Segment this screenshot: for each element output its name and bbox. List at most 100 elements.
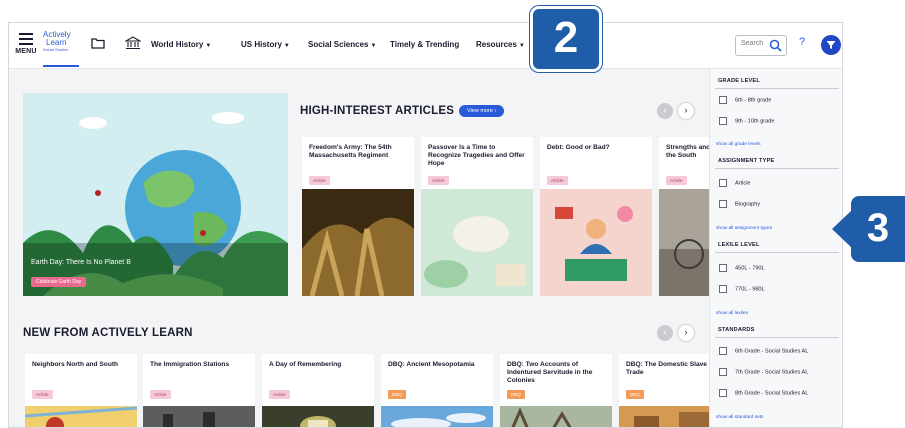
card-title: A Day of Remembering <box>269 361 342 368</box>
logo-line2: Learn <box>46 38 67 47</box>
immigration-photo <box>143 406 255 427</box>
chevron-down-icon: ▼ <box>205 43 212 49</box>
chevron-down-icon: ▼ <box>283 43 290 49</box>
high-interest-title: HIGH-INTEREST ARTICLES <box>300 105 455 117</box>
filter-sidebar: GRADE LEVEL 6th - 8th grade 9th - 10th g… <box>709 69 842 427</box>
filter-option[interactable]: 7th Grade - Social Studies AL <box>719 368 808 376</box>
article-card[interactable]: Debt: Good or Bad? Article <box>540 137 652 296</box>
card-title: The Immigration Stations <box>150 361 230 368</box>
checkbox[interactable] <box>719 347 727 355</box>
article-card[interactable]: Passover Is a Time to Recognize Tragedie… <box>421 137 533 296</box>
nav-us-history[interactable]: US History ▼ <box>241 40 290 49</box>
card-image <box>262 406 374 427</box>
article-card[interactable]: Neighbors North and South Article <box>25 354 137 427</box>
filter-option[interactable]: 450L - 790L <box>719 264 765 272</box>
hero-caption: Earth Day: There Is No Planet B <box>31 259 131 266</box>
hamburger-bar <box>19 38 33 40</box>
checkbox[interactable] <box>719 389 727 397</box>
folder-icon[interactable] <box>91 37 105 49</box>
divider <box>715 337 839 338</box>
nav-us-history-label: US History <box>241 40 282 49</box>
new-from-next-button[interactable]: › <box>678 325 694 341</box>
mesopotamia-image <box>381 406 493 427</box>
nav-timely-trending-label: Timely & Trending <box>390 40 460 49</box>
card-title: DBQ: The Domestic Slave Trade <box>626 361 707 376</box>
card-title: Debt: Good or Bad? <box>547 144 610 151</box>
debt-illustration <box>540 189 652 296</box>
checkbox[interactable] <box>719 264 727 272</box>
article-card[interactable]: Freedom's Army: The 54th Massachusetts R… <box>302 137 414 296</box>
high-interest-next-button[interactable]: › <box>678 103 694 119</box>
checkbox[interactable] <box>719 117 727 125</box>
museum-icon[interactable] <box>125 36 141 50</box>
card-image <box>25 406 137 427</box>
divider <box>715 168 839 169</box>
nav-social-sciences[interactable]: Social Sciences ▼ <box>308 40 376 49</box>
filter-option[interactable]: Article <box>719 179 751 187</box>
hero-tag[interactable]: Celebrate Earth Day <box>31 277 87 287</box>
article-card[interactable]: The Immigration Stations Article <box>143 354 255 427</box>
view-more-button[interactable]: View more › <box>459 105 505 117</box>
filter-option-label: Biography <box>735 201 761 208</box>
filter-option[interactable]: 9th - 10th grade <box>719 117 775 125</box>
south-photo <box>659 189 709 296</box>
filter-option[interactable]: 6th Grade - Social Studies AL <box>719 347 808 355</box>
show-all-assignment-types-link[interactable]: show all assignment types <box>716 226 772 231</box>
search-field[interactable] <box>735 35 787 56</box>
slave-trade-image <box>619 406 709 427</box>
card-title: DBQ: Two Accounts of Indentured Servitud… <box>507 361 593 384</box>
filter-option[interactable]: 6th - 8th grade <box>719 96 771 104</box>
help-icon[interactable]: ? <box>799 36 805 48</box>
checkbox[interactable] <box>719 179 727 187</box>
chevron-right-icon: › <box>684 327 688 337</box>
card-image <box>143 406 255 427</box>
card-badge: DBQ <box>507 390 525 399</box>
colonies-image <box>500 406 612 427</box>
show-all-lexiles-link[interactable]: show all lexiles <box>716 311 748 316</box>
checkbox[interactable] <box>719 285 727 293</box>
filter-option[interactable]: 8th Grade - Social Studies AL <box>719 389 808 397</box>
card-badge: DBQ <box>626 390 644 399</box>
filter-option[interactable]: Biography <box>719 200 760 208</box>
nav-timely-trending[interactable]: Timely & Trending <box>390 40 459 49</box>
card-badge: Article <box>666 176 687 185</box>
actively-learn-logo[interactable]: Actively Learn Social Studies <box>43 31 79 67</box>
logo-line3: Social Studies <box>43 47 69 52</box>
filter-option-label: 770L - 980L <box>735 286 765 293</box>
featured-hero[interactable]: Earth Day: There Is No Planet B Celebrat… <box>23 93 288 296</box>
article-card[interactable]: A Day of Remembering Article <box>262 354 374 427</box>
new-from-title: NEW FROM ACTIVELY LEARN <box>23 327 193 339</box>
filter-option[interactable]: 770L - 980L <box>719 285 765 293</box>
dbq-card[interactable]: DBQ: Ancient Mesopotamia DBQ <box>381 354 493 427</box>
article-card[interactable]: Strengths and Weaknesses of the South Ar… <box>659 137 709 296</box>
menu-label: MENU <box>15 48 37 55</box>
callout-badge-3: 3 <box>851 196 905 262</box>
menu-button[interactable]: MENU <box>13 31 39 63</box>
filter-button[interactable] <box>821 35 841 55</box>
checkbox[interactable] <box>719 96 727 104</box>
search-icon[interactable] <box>769 39 782 52</box>
card-image <box>302 189 414 296</box>
card-badge: DBQ <box>388 390 406 399</box>
checkbox[interactable] <box>719 368 727 376</box>
chevron-left-icon: ‹ <box>663 327 667 337</box>
dbq-card[interactable]: DBQ: Two Accounts of Indentured Servitud… <box>500 354 612 427</box>
hamburger-bar <box>19 43 33 45</box>
civil-war-relief-image <box>302 189 414 296</box>
filter-option-label: 8th Grade - Social Studies AL <box>735 390 809 397</box>
filter-option-label: 450L - 790L <box>735 265 765 272</box>
card-image <box>540 189 652 296</box>
show-all-grade-levels-link[interactable]: show all grade levels <box>716 142 761 147</box>
filter-heading-standards: STANDARDS <box>718 327 755 333</box>
high-interest-prev-button[interactable]: ‹ <box>657 103 673 119</box>
checkbox[interactable] <box>719 200 727 208</box>
new-from-prev-button[interactable]: ‹ <box>657 325 673 341</box>
chevron-down-icon: ▼ <box>370 43 377 49</box>
show-all-standard-sets-link[interactable]: show all standard sets <box>716 415 763 420</box>
dbq-card[interactable]: DBQ: The Domestic Slave Trade DBQ <box>619 354 709 427</box>
search-input[interactable] <box>741 40 769 47</box>
card-title: Freedom's Army: The 54th Massachusetts R… <box>309 144 392 159</box>
chevron-down-icon: ▼ <box>518 43 525 49</box>
nav-resources[interactable]: Resources ▼ <box>476 40 525 49</box>
nav-world-history[interactable]: World History ▼ <box>151 40 211 49</box>
